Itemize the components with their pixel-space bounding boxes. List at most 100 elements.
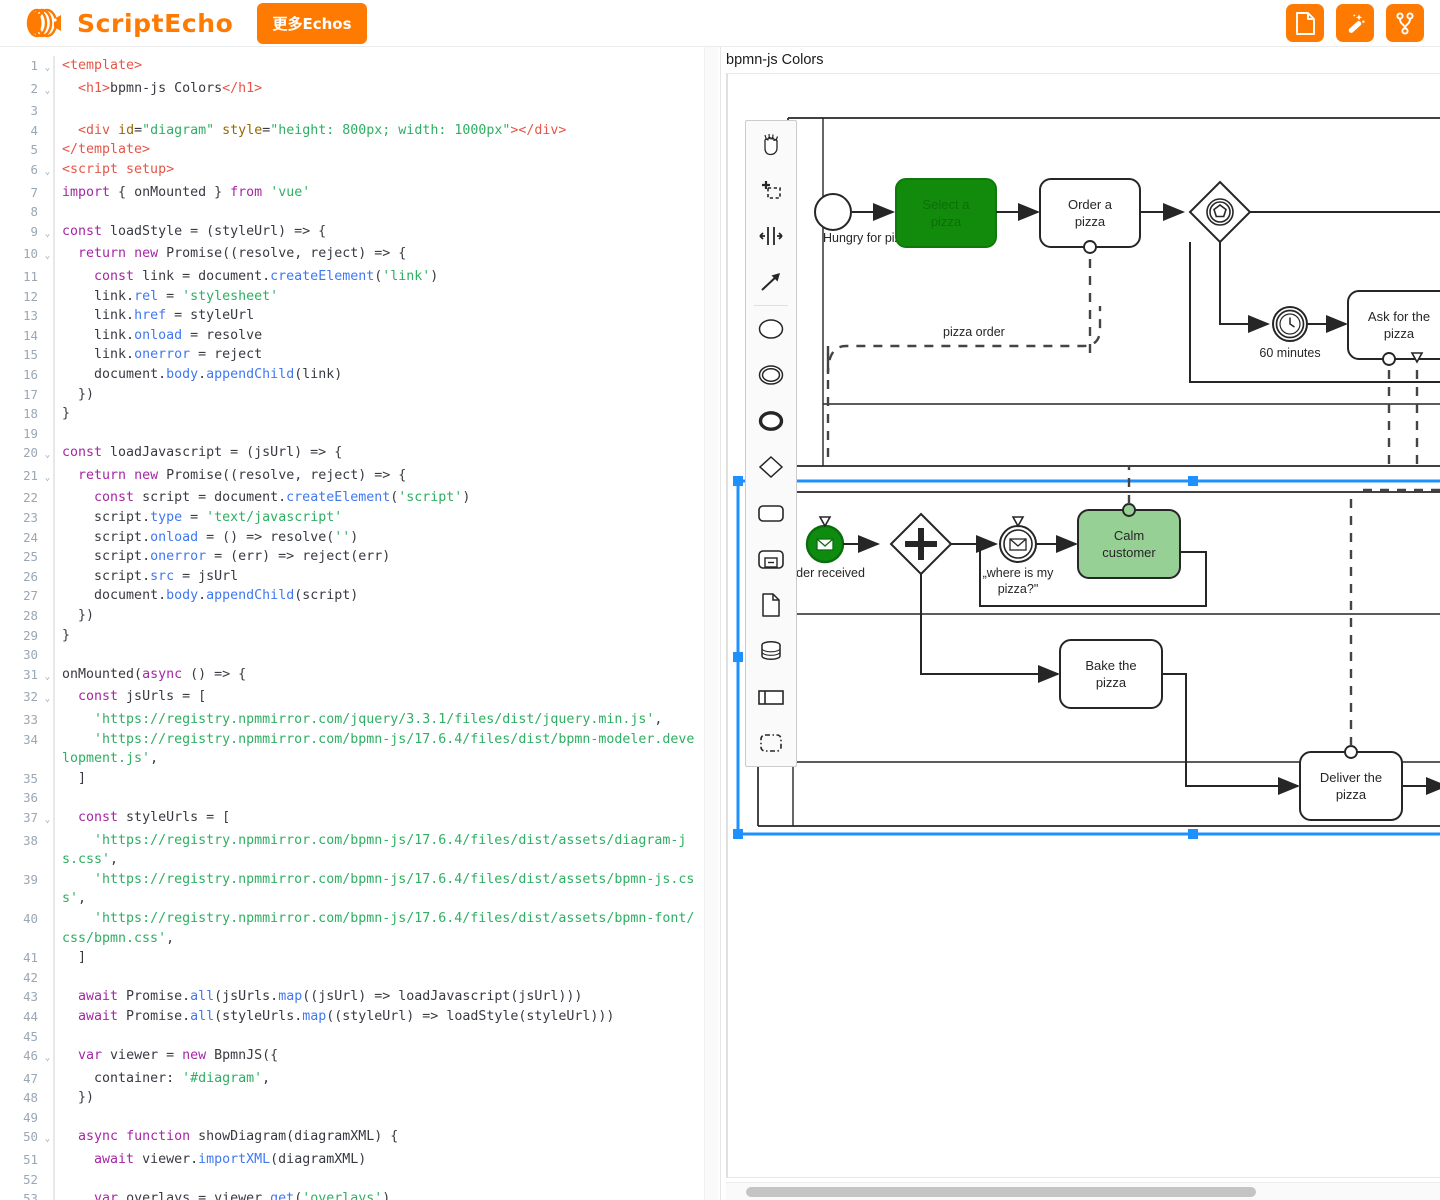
fold-toggle-icon[interactable]: ⌄: [42, 244, 53, 267]
code-line[interactable]: 45: [0, 1026, 720, 1047]
shape-ask-for-the-pizza[interactable]: Ask for the pizza: [1347, 290, 1440, 366]
code-line[interactable]: 33 'https://registry.npmmirror.com/jquer…: [0, 710, 720, 730]
palette-participant[interactable]: [746, 674, 796, 720]
code-line[interactable]: 8: [0, 202, 720, 222]
code-line[interactable]: 29}: [0, 625, 720, 646]
code-line[interactable]: 50 ⌄ async function showDiagram(diagramXM…: [0, 1127, 720, 1151]
code-editor-pane[interactable]: 1 ⌄ <template> 2 ⌄ <h1>bpmn-js Colors</h1> 3 …: [0, 47, 720, 1200]
code-line[interactable]: 4 <div id="diagram" style="height: 800px…: [0, 120, 720, 141]
code-line[interactable]: 12 link.rel = 'stylesheet': [0, 286, 720, 307]
code-line[interactable]: 9 ⌄ const loadStyle = (styleUrl) => {: [0, 221, 720, 245]
code-line[interactable]: 27 document.body.appendChild(script): [0, 586, 720, 607]
fold-toggle-icon[interactable]: ⌄: [42, 1046, 53, 1069]
code-line[interactable]: 37 ⌄ const styleUrls = [: [0, 807, 720, 831]
palette-space-tool[interactable]: [746, 213, 796, 259]
shape-where-is-my-pizza[interactable]: „where is my pizza?": [983, 516, 1055, 596]
code-line[interactable]: 34 'https://registry.npmmirror.com/bpmn-…: [0, 729, 720, 769]
bpmn-palette[interactable]: [745, 120, 797, 767]
code-line[interactable]: 23 script.type = 'text/javascript': [0, 508, 720, 528]
fold-toggle-icon[interactable]: ⌄: [42, 443, 53, 466]
more-echos-button[interactable]: 更多Echos: [257, 2, 367, 44]
code-line[interactable]: 21 ⌄ return new Promise((resolve, reject)…: [0, 465, 720, 489]
fold-toggle-icon[interactable]: ⌄: [42, 808, 53, 831]
code-line[interactable]: 38 'https://registry.npmmirror.com/bpmn-…: [0, 830, 720, 870]
code-line[interactable]: 40 'https://registry.npmmirror.com/bpmn-…: [0, 908, 720, 949]
shape-bake-the-pizza[interactable]: Bake the pizza: [1059, 639, 1163, 709]
code-line[interactable]: 31 ⌄ onMounted(async () => {: [0, 664, 720, 688]
code-line[interactable]: 15 link.onerror = reject: [0, 345, 720, 365]
code-line[interactable]: 13 link.href = styleUrl: [0, 306, 720, 326]
brand[interactable]: ScriptEcho: [24, 5, 233, 41]
code-line[interactable]: 43 await Promise.all(jsUrls.map((jsUrl) …: [0, 987, 720, 1007]
code-line[interactable]: 3: [0, 101, 720, 121]
code-line[interactable]: 39 'https://registry.npmmirror.com/bpmn-…: [0, 869, 720, 909]
code-line[interactable]: 10 ⌄ return new Promise((resolve, reject)…: [0, 244, 720, 267]
fold-toggle-icon[interactable]: ⌄: [42, 1127, 53, 1150]
code-line[interactable]: 25 script.onerror = (err) => reject(err): [0, 547, 720, 567]
participant-pool-1[interactable]: [787, 117, 1440, 467]
code-line[interactable]: 1 ⌄ <template>: [0, 56, 720, 79]
palette-hand-tool[interactable]: [746, 121, 796, 167]
code-line[interactable]: 41 ]: [0, 948, 720, 968]
code-line[interactable]: 6 ⌄ <script setup>: [0, 159, 720, 183]
code-vertical-scrollbar-track[interactable]: [704, 47, 718, 1200]
fold-toggle-icon[interactable]: ⌄: [42, 466, 53, 489]
code-line[interactable]: 5 </template>: [0, 140, 720, 160]
fold-toggle-icon[interactable]: ⌄: [42, 79, 53, 102]
magic-wand-button[interactable]: [1336, 4, 1374, 42]
diagram-horizontal-scrollbar-thumb[interactable]: [746, 1187, 1256, 1197]
shape-parallel-gateway[interactable]: [889, 512, 953, 576]
code-line[interactable]: 2 ⌄ <h1>bpmn-js Colors</h1>: [0, 78, 720, 102]
diagram-horizontal-scrollbar-track[interactable]: [726, 1182, 1440, 1200]
code-line[interactable]: 19: [0, 423, 720, 444]
shape-calm-customer[interactable]: Calm customer: [1077, 503, 1181, 579]
code-line[interactable]: 46 ⌄ var viewer = new BpmnJS({: [0, 1046, 720, 1069]
palette-subprocess[interactable]: [746, 536, 796, 582]
fold-toggle-icon[interactable]: ⌄: [42, 222, 53, 245]
code-line[interactable]: 48 }): [0, 1088, 720, 1108]
shape-deliver-the-pizza[interactable]: Deliver the pizza: [1299, 745, 1403, 821]
fold-toggle-icon[interactable]: ⌄: [42, 665, 53, 688]
branch-button[interactable]: [1386, 4, 1424, 42]
palette-data-store[interactable]: [746, 628, 796, 674]
palette-group[interactable]: [746, 720, 796, 766]
code-line[interactable]: 49: [0, 1107, 720, 1128]
code-line[interactable]: 42: [0, 967, 720, 988]
shape-order-received[interactable]: order received: [785, 516, 865, 580]
fold-toggle-icon[interactable]: ⌄: [42, 160, 53, 183]
shape-timer-60-minutes[interactable]: 60 minutes: [1259, 306, 1321, 360]
code-line[interactable]: 16 document.body.appendChild(link): [0, 364, 720, 385]
palette-start-event[interactable]: [746, 306, 796, 352]
code-line[interactable]: 35 ]: [0, 768, 720, 789]
code-line[interactable]: 26 script.src = jsUrl: [0, 566, 720, 587]
palette-lasso-tool[interactable]: [746, 167, 796, 213]
palette-data-object[interactable]: [746, 582, 796, 628]
code-line[interactable]: 53 var overlays = viewer.get('overlays')…: [0, 1189, 720, 1200]
code-line[interactable]: 36: [0, 788, 720, 808]
code-line[interactable]: 30: [0, 645, 720, 665]
shape-order-a-pizza[interactable]: Order a pizza: [1039, 178, 1141, 254]
palette-connect-tool[interactable]: [746, 259, 796, 305]
palette-end-event[interactable]: [746, 398, 796, 444]
code-line[interactable]: 47 container: '#diagram',: [0, 1068, 720, 1089]
new-file-button[interactable]: [1286, 4, 1324, 42]
code-line[interactable]: 52: [0, 1169, 720, 1190]
code-line[interactable]: 11 const link = document.createElement('…: [0, 266, 720, 287]
code-line[interactable]: 20 ⌄ const loadJavascript = (jsUrl) => {: [0, 443, 720, 466]
code-line[interactable]: 18}: [0, 404, 720, 424]
code-line[interactable]: 32 ⌄ const jsUrls = [: [0, 687, 720, 710]
code-line[interactable]: 22 const script = document.createElement…: [0, 488, 720, 509]
code-scroll-area[interactable]: 1 ⌄ <template> 2 ⌄ <h1>bpmn-js Colors</h1> 3 …: [0, 47, 720, 1200]
code-line[interactable]: 44 await Promise.all(styleUrls.map((styl…: [0, 1006, 720, 1027]
code-line[interactable]: 7 import { onMounted } from 'vue': [0, 182, 720, 203]
palette-task[interactable]: [746, 490, 796, 536]
palette-gateway[interactable]: [746, 444, 796, 490]
bpmn-canvas[interactable]: Hungry for pizza Select a pizza Order a …: [726, 73, 1440, 1178]
fold-toggle-icon[interactable]: ⌄: [42, 56, 53, 79]
code-line[interactable]: 28 }): [0, 606, 720, 626]
fold-toggle-icon[interactable]: ⌄: [42, 687, 53, 710]
code-line[interactable]: 24 script.onload = () => resolve(''): [0, 527, 720, 548]
code-line[interactable]: 14 link.onload = resolve: [0, 325, 720, 346]
shape-gateway-event-based[interactable]: [1188, 180, 1252, 244]
palette-intermediate-event[interactable]: [746, 352, 796, 398]
